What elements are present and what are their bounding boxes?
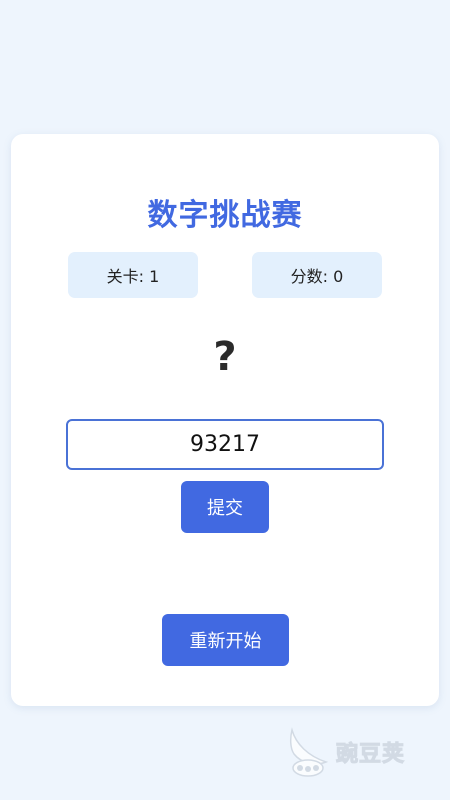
watermark-text: 豌豆荚: [335, 742, 406, 768]
submit-button[interactable]: 提交: [181, 481, 269, 533]
level-label: 关卡: 1: [106, 267, 160, 286]
level-badge: 关卡: 1: [68, 252, 198, 298]
mystery-number: ?: [213, 334, 237, 380]
game-title: 数字挑战赛: [147, 198, 303, 233]
restart-button[interactable]: 重新开始: [162, 614, 289, 666]
game-screen: 数字挑战赛 关卡: 1 分数: 0 ? 提交 重新开始 豌豆荚: [0, 0, 450, 800]
answer-input[interactable]: [66, 419, 384, 470]
watermark: 豌豆荚: [286, 724, 426, 780]
score-label: 分数: 0: [290, 267, 344, 286]
pea-pod-logo-icon: [289, 727, 329, 777]
score-badge: 分数: 0: [252, 252, 382, 298]
